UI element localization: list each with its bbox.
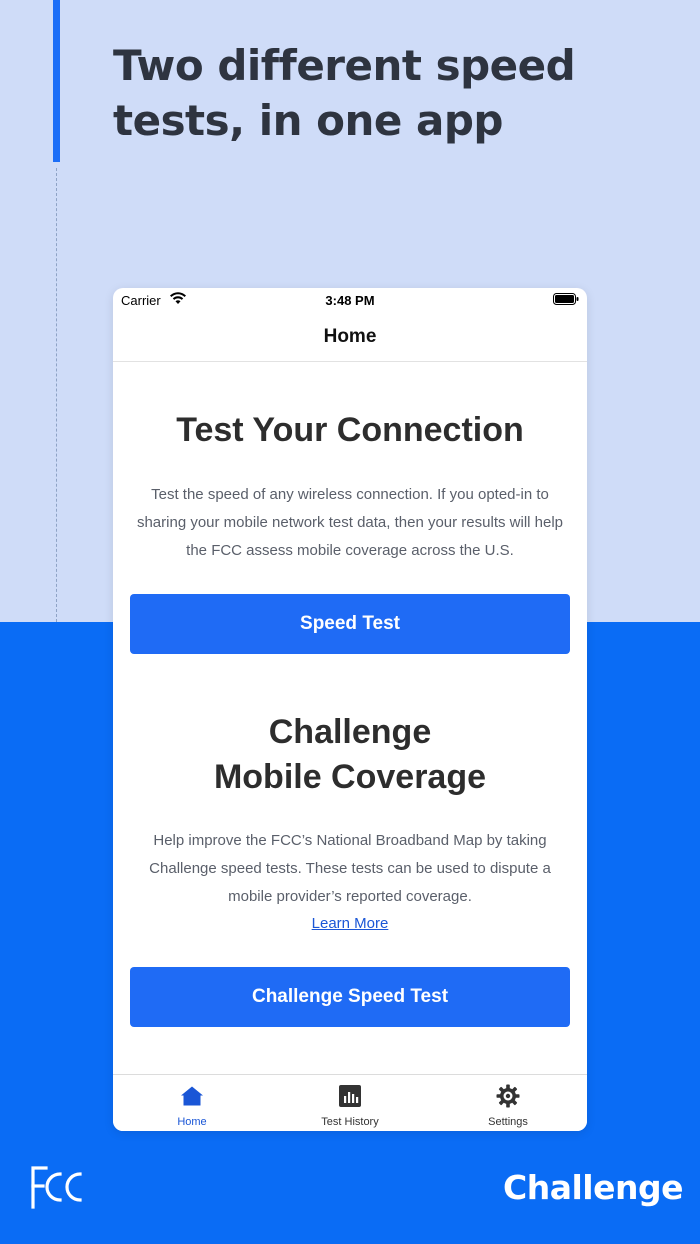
- connection-description: Test the speed of any wireless connectio…: [136, 486, 564, 559]
- accent-bar: [53, 0, 60, 162]
- challenge-title-line1: Challenge: [268, 713, 432, 751]
- nav-title: Home: [323, 326, 377, 347]
- phone-screen: Carrier 3:48 PM Home Test Your Connectio…: [113, 288, 587, 1131]
- tab-home-label: Home: [177, 1116, 207, 1128]
- fcc-logo: [31, 1166, 82, 1209]
- challenge-logo: Challenge: [503, 1168, 683, 1207]
- status-time: 3:48 PM: [325, 293, 375, 308]
- dashed-divider: [56, 168, 57, 622]
- connection-title: Test Your Connection: [176, 411, 524, 449]
- tab-test-history-label: Test History: [321, 1116, 379, 1128]
- challenge-speed-test-button[interactable]: Challenge Speed Test: [130, 967, 570, 1027]
- navigation-bar: Home: [113, 312, 587, 362]
- challenge-title: Challenge Mobile Coverage: [113, 710, 587, 800]
- tab-settings-label: Settings: [488, 1116, 528, 1128]
- speed-test-button[interactable]: Speed Test: [130, 594, 570, 654]
- tab-home[interactable]: Home: [113, 1075, 271, 1131]
- status-bar: Carrier 3:48 PM: [113, 288, 587, 312]
- learn-more-link[interactable]: Learn More: [113, 911, 587, 937]
- challenge-description: Help improve the FCC’s National Broadban…: [149, 832, 551, 905]
- challenge-title-line2: Mobile Coverage: [213, 758, 487, 796]
- home-icon: [181, 1086, 203, 1106]
- gear-icon: [496, 1084, 520, 1108]
- tab-bar: Home Test History Settings: [113, 1074, 587, 1131]
- tab-test-history[interactable]: Test History: [271, 1075, 429, 1131]
- promo-headline: Two different speed tests, in one app: [113, 41, 576, 145]
- battery-icon: [553, 293, 579, 305]
- tab-settings[interactable]: Settings: [429, 1075, 587, 1131]
- chart-icon: [339, 1085, 361, 1107]
